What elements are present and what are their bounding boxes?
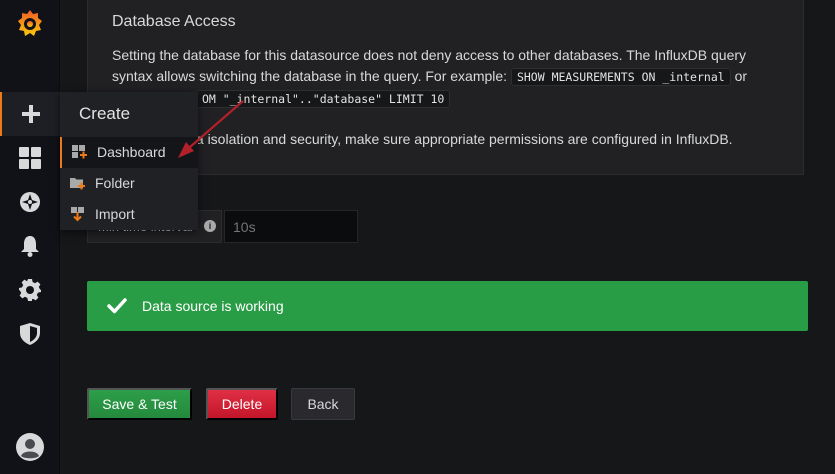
menu-item-label: Folder [95,175,135,191]
grafana-logo-icon[interactable] [0,2,60,46]
panel-description: Setting the database for this datasource… [112,45,772,110]
create-dropdown-menu: Create Dashboard Folder Import [60,92,198,230]
check-icon [107,298,127,314]
back-button[interactable]: Back [291,388,355,420]
menu-item-label: Import [95,206,135,222]
panel-note-text: ta isolation and security, make sure app… [192,131,733,147]
menu-item-label: Dashboard [97,144,166,160]
menu-item-dashboard[interactable]: Dashboard [60,137,198,168]
shield-icon[interactable] [0,312,60,356]
menu-item-folder[interactable]: Folder [60,168,198,199]
dashboards-grid-icon[interactable] [0,136,60,180]
user-avatar-icon[interactable] [0,425,60,469]
code-select-from: OM "_internal".."database" LIMIT 10 [196,90,451,108]
sidebar [0,0,60,474]
menu-item-import[interactable]: Import [60,199,198,230]
info-icon[interactable]: i [204,220,216,232]
plus-icon[interactable] [0,92,60,136]
bell-icon[interactable] [0,224,60,268]
panel-or-text: or [734,68,748,84]
panel-note: ta isolation and security, make sure app… [112,129,792,150]
min-time-interval-input[interactable] [224,210,358,243]
datasource-status-alert: Data source is working [87,281,808,331]
import-icon [71,207,84,222]
status-message: Data source is working [142,298,284,314]
dashboard-add-icon [72,145,87,159]
save-and-test-button[interactable]: Save & Test [87,388,192,420]
panel-title: Database Access [112,13,236,30]
delete-button[interactable]: Delete [206,388,278,420]
folder-add-icon [70,178,85,190]
gear-icon[interactable] [0,268,60,312]
create-menu-header[interactable]: Create [60,92,198,136]
code-show-measurements: SHOW MEASUREMENTS ON _internal [510,68,731,86]
explore-compass-icon[interactable] [0,180,60,224]
